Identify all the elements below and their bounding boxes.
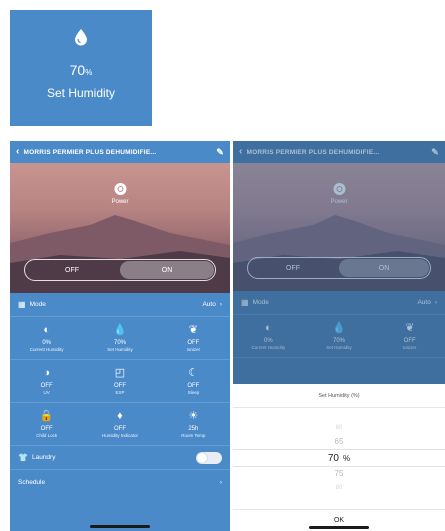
mode-value: Auto xyxy=(202,301,216,308)
device-title: MORRIS PERMIER PLUS DEHUMIDIFIE... xyxy=(23,148,157,156)
power-off-option[interactable]: OFF xyxy=(25,260,119,280)
sleep-cell[interactable]: ☾ OFF Sleep xyxy=(157,360,230,402)
feature-grid-row-2: ◑ OFF UV ◰ OFF EXP ☾ OFF Sleep xyxy=(10,360,230,403)
laundry-row: 👕 Laundry xyxy=(10,446,230,470)
home-indicator xyxy=(90,525,150,528)
feature-grid-row-1: ◐ 0% Current Humidity 💧 70% Set Humidity… xyxy=(233,315,445,358)
leaf-icon: ❦ xyxy=(188,324,198,336)
power-toggle: OFF ON xyxy=(247,257,431,279)
room-temp-cell: ☀ 25h Room Temp xyxy=(181,410,206,438)
power-icon[interactable] xyxy=(113,183,126,195)
mode-label: Mode xyxy=(252,299,269,306)
power-label: Power xyxy=(330,199,348,205)
humidity-picker-sheet: Set Humidity (%) 60 65 70% 75 80 OK xyxy=(233,384,445,531)
crescent-moon-icon: ☾ xyxy=(188,367,199,379)
current-humidity-cell: ◐ 0% Current Humidity xyxy=(29,324,64,352)
device-screen: ‹ MORRIS PERMIER PLUS DEHUMIDIFIE... ✎ P… xyxy=(10,141,230,531)
edit-icon: ✎ xyxy=(431,146,439,157)
power-toggle[interactable]: OFF ON xyxy=(24,259,216,281)
header-bar: ‹ MORRIS PERMIER PLUS DEHUMIDIFIE... ✎ xyxy=(233,141,445,163)
water-drop-icon: 💧 xyxy=(332,322,346,334)
power-off-option: OFF xyxy=(286,264,300,272)
power-icon xyxy=(332,183,345,195)
picker-option[interactable]: 75 xyxy=(335,467,344,481)
grid-icon: ▦ xyxy=(241,298,249,307)
laundry-switch[interactable] xyxy=(196,451,222,464)
schedule-label: Schedule xyxy=(18,478,46,486)
picker-option[interactable]: 60 xyxy=(336,421,343,435)
power-control: Power xyxy=(330,183,348,205)
tile-caption: Set Humidity xyxy=(46,86,116,100)
water-drop-icon xyxy=(75,29,87,46)
mode-row: ▦ Mode Auto › xyxy=(233,291,445,315)
power-on-option[interactable]: ON xyxy=(120,261,214,279)
power-label: Power xyxy=(111,199,129,205)
shirt-icon: 👕 xyxy=(18,453,28,462)
dimmed-background: ‹ MORRIS PERMIER PLUS DEHUMIDIFIE... ✎ P… xyxy=(233,141,445,358)
picker-option[interactable]: 65 xyxy=(335,435,344,449)
picker-option[interactable]: 80 xyxy=(336,481,343,495)
device-title: MORRIS PERMIER PLUS DEHUMIDIFIE... xyxy=(246,148,380,156)
back-icon[interactable]: ‹ xyxy=(16,147,20,157)
mug-icon: ◰ xyxy=(114,367,126,379)
edit-icon[interactable]: ✎ xyxy=(216,147,224,158)
bulb-icon: ♦ xyxy=(117,410,123,422)
contrast-icon: ◑ xyxy=(43,367,50,379)
mode-label: Mode xyxy=(29,301,46,308)
tile-humidity-value: 70% xyxy=(69,62,93,78)
current-humidity-cell: ◐ 0% Current Humidity xyxy=(251,322,286,350)
mode-value: Auto xyxy=(417,299,431,306)
chevron-right-icon: › xyxy=(219,301,222,308)
feature-grid-row-3: 🔒 OFF Child Lock ♦ OFF Humidity Indicato… xyxy=(10,403,230,446)
set-humidity-cell[interactable]: 💧 70% Set Humidity xyxy=(83,317,156,359)
leaf-icon: ❦ xyxy=(405,322,415,334)
humidity-indicator-cell[interactable]: ♦ OFF Humidity Indicator xyxy=(83,403,156,445)
uv-cell[interactable]: ◑ OFF UV xyxy=(10,360,83,402)
power-control[interactable]: Power xyxy=(111,183,129,205)
header-bar: ‹ MORRIS PERMIER PLUS DEHUMIDIFIE... ✎ xyxy=(10,141,230,163)
set-humidity-cell: 💧 70% Set Humidity xyxy=(326,322,352,350)
grid-icon: ▦ xyxy=(18,300,26,309)
mode-row[interactable]: ▦ Mode Auto › xyxy=(10,293,230,317)
laundry-label: Laundry xyxy=(31,454,56,461)
ionizer-cell: ❦ OFF Ionizer xyxy=(402,322,417,350)
chevron-right-icon: › xyxy=(219,478,222,486)
moon-half-icon: ◐ xyxy=(265,322,272,334)
exp-cell[interactable]: ◰ OFF EXP xyxy=(83,360,156,402)
schedule-row[interactable]: Schedule › xyxy=(10,470,230,494)
chevron-right-icon: › xyxy=(434,299,437,306)
power-on-option: ON xyxy=(339,259,429,277)
ionizer-cell[interactable]: ❦ OFF Ionizer xyxy=(157,317,230,359)
water-drop-icon: 💧 xyxy=(113,324,127,336)
picker-selected-option[interactable]: 70% xyxy=(233,449,445,467)
back-icon: ‹ xyxy=(239,146,243,157)
home-indicator xyxy=(309,526,369,529)
set-humidity-tile[interactable]: 70% Set Humidity xyxy=(10,10,152,126)
device-screen-with-dialog: ‹ MORRIS PERMIER PLUS DEHUMIDIFIE... ✎ P… xyxy=(233,141,445,531)
child-lock-cell[interactable]: 🔒 OFF Child Lock xyxy=(10,403,83,445)
feature-grid-row-1: ◐ 0% Current Humidity 💧 70% Set Humidity… xyxy=(10,317,230,360)
lock-icon: 🔒 xyxy=(39,410,54,422)
hero-image: Power OFF ON xyxy=(233,163,445,291)
picker-title: Set Humidity (%) xyxy=(233,384,445,408)
sun-icon: ☀ xyxy=(188,410,199,422)
humidity-picker[interactable]: 60 65 70% 75 80 xyxy=(233,408,445,508)
stage: 70% Set Humidity ‹ MORRIS PERMIER PLUS D… xyxy=(0,0,445,531)
moon-half-icon: ◐ xyxy=(43,324,50,336)
hero-image: Power OFF ON xyxy=(10,163,230,293)
